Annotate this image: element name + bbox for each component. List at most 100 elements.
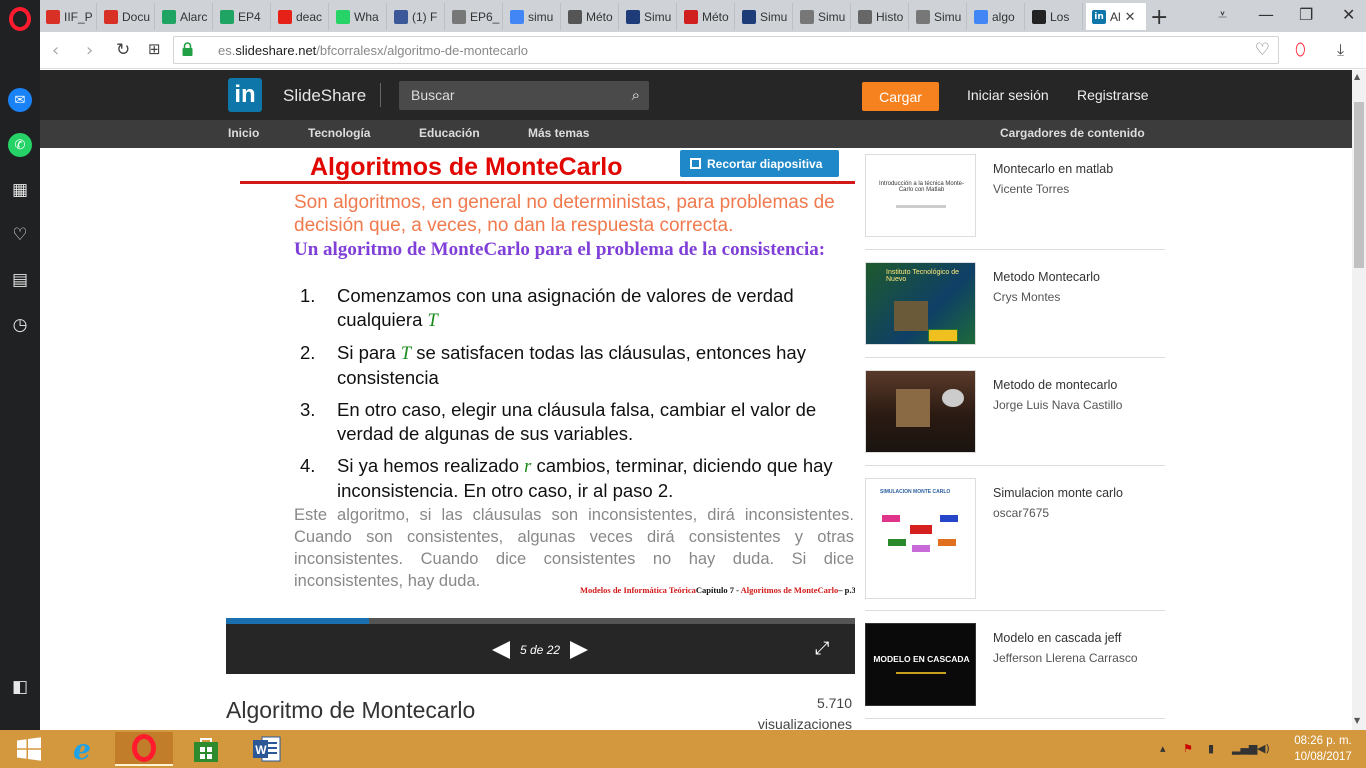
related-title[interactable]: Simulacion monte carlo [993, 486, 1123, 500]
related-author[interactable]: Vicente Torres [993, 182, 1069, 196]
next-slide-icon[interactable] [570, 641, 588, 659]
related-author[interactable]: Crys Montes [993, 290, 1060, 304]
tab-item[interactable]: deac [272, 3, 329, 30]
tab-item[interactable]: Simu [910, 3, 967, 30]
new-tab-icon[interactable]: + [1150, 5, 1168, 30]
tab-item[interactable]: EP4 [214, 3, 271, 30]
minimize-icon[interactable]: — [1258, 5, 1274, 24]
url-text: es.slideshare.net/bfcorralesx/algoritmo-… [218, 43, 528, 58]
nav-tecnologia[interactable]: Tecnología [308, 126, 370, 140]
start-button[interactable] [0, 732, 58, 766]
reload-icon[interactable]: ↻ [116, 40, 130, 60]
nav-inicio[interactable]: Inicio [228, 126, 259, 140]
brand-name[interactable]: SlideShare [283, 86, 366, 106]
scroll-down-icon[interactable]: ▼ [1354, 716, 1360, 725]
speed-dial-icon[interactable]: ▦ [8, 178, 32, 202]
tray-flag-icon[interactable]: ⚑ [1183, 742, 1193, 755]
url-input[interactable]: es.slideshare.net/bfcorralesx/algoritmo-… [173, 36, 1279, 64]
tab-item[interactable]: (1) F [388, 3, 445, 30]
related-thumbnail[interactable] [865, 370, 976, 453]
related-divider [865, 249, 1165, 250]
wikipedia-icon [568, 9, 582, 24]
tab-menu-icon[interactable]: ⩡ [1218, 5, 1227, 25]
tab-item[interactable]: Simu [794, 3, 851, 30]
related-title[interactable]: Metodo Montecarlo [993, 270, 1100, 284]
bookmark-heart-icon[interactable]: ♡ [1255, 40, 1270, 60]
nav-mas-temas[interactable]: Más temas [528, 126, 589, 140]
tray-network-icon[interactable]: ▂▄▆ [1232, 742, 1257, 755]
bookmarks-heart-icon[interactable]: ♡ [8, 223, 32, 247]
whatsapp-icon[interactable]: ✆ [8, 133, 32, 157]
upload-button[interactable]: Cargar [862, 82, 939, 111]
tab-item[interactable]: Simu [620, 3, 677, 30]
store-bag-icon [194, 738, 218, 762]
tab-item[interactable]: Los [1026, 3, 1083, 30]
forward-icon[interactable]: › [86, 40, 93, 61]
nav-educacion[interactable]: Educación [419, 126, 480, 140]
news-icon[interactable]: ▤ [8, 268, 32, 292]
downloads-icon[interactable]: ⤓ [1337, 40, 1344, 60]
related-thumbnail[interactable]: Introducción a la técnica Monte-Carlo co… [865, 154, 976, 237]
related-thumbnail[interactable]: SIMULACION MONTE CARLO [865, 478, 976, 599]
drive-icon [220, 9, 234, 24]
close-window-icon[interactable]: ✕ [1342, 5, 1355, 24]
tab-close-icon[interactable]: ✕ [1125, 9, 1136, 25]
tab-label: Méto [702, 9, 729, 24]
tab-item[interactable]: Méto [562, 3, 619, 30]
opera-taskbar[interactable] [115, 732, 173, 766]
tab-label: Simu [934, 9, 962, 24]
previous-slide-icon[interactable] [492, 641, 510, 659]
tab-item[interactable]: Docu [98, 3, 155, 30]
slide-viewer[interactable]: Algoritmos de MonteCarlo Recortar diapos… [226, 148, 855, 618]
taskbar-clock[interactable]: 08:26 p. m. 10/08/2017 [1288, 733, 1358, 765]
linkedin-logo[interactable]: in [228, 78, 262, 112]
tab-item[interactable]: algo [968, 3, 1025, 30]
tray-power-icon[interactable]: ▮ [1208, 742, 1214, 755]
related-title[interactable]: Modelo en cascada jeff [993, 631, 1121, 645]
tab-item[interactable]: IIF_P [40, 3, 97, 30]
tab-item[interactable]: Méto [678, 3, 735, 30]
search-input[interactable]: Buscar ⌕ [399, 81, 649, 110]
related-author[interactable]: Jefferson Llerena Carrasco [993, 651, 1138, 665]
nav-cargadores[interactable]: Cargadores de contenido [1000, 126, 1145, 140]
tray-expand-icon[interactable]: ▴ [1160, 742, 1166, 755]
step-text: Si para [337, 342, 401, 363]
login-link[interactable]: Iniciar sesión [967, 87, 1049, 103]
tab-active[interactable]: in Al ✕ [1086, 3, 1146, 30]
tabs-overview-icon[interactable]: ⊞ [148, 40, 161, 58]
scrollbar-thumb[interactable] [1354, 102, 1364, 268]
related-thumbnail[interactable]: MODELO EN CASCADA [865, 623, 976, 706]
tab-item[interactable]: EP6_ [446, 3, 503, 30]
register-link[interactable]: Registrarse [1077, 87, 1149, 103]
tab-item[interactable]: Simu [736, 3, 793, 30]
related-title[interactable]: Metodo de montecarlo [993, 378, 1117, 392]
word-taskbar[interactable]: W [238, 732, 296, 766]
tab-label: Docu [122, 9, 151, 24]
internet-explorer-taskbar[interactable]: e [53, 732, 111, 766]
store-taskbar[interactable] [177, 732, 235, 766]
history-clock-icon[interactable]: ◷ [8, 313, 32, 337]
restore-icon[interactable]: ❐ [1299, 5, 1313, 24]
tab-item[interactable]: Wha [330, 3, 387, 30]
scroll-up-icon[interactable]: ▲ [1354, 72, 1360, 81]
back-icon[interactable]: ‹ [52, 40, 59, 61]
player-controls: 5 de 22 ⤢ [226, 624, 855, 674]
related-title[interactable]: Montecarlo en matlab [993, 162, 1113, 176]
windows-logo-icon [17, 737, 41, 761]
step-number: 3. [300, 399, 316, 420]
opera-menu-icon[interactable] [9, 7, 31, 31]
page-scrollbar[interactable]: ▲ ▼ [1352, 70, 1366, 730]
tray-volume-icon[interactable]: ◀) [1257, 742, 1270, 755]
tab-item[interactable]: Alarc [156, 3, 213, 30]
sidebar-toggle-icon[interactable]: ◧ [8, 675, 32, 699]
related-thumbnail[interactable]: Instituto Tecnológico de Nuevo [865, 262, 976, 345]
related-author[interactable]: Jorge Luis Nava Castillo [993, 398, 1122, 412]
clip-slide-button[interactable]: Recortar diapositiva [680, 150, 839, 177]
related-author[interactable]: oscar7675 [993, 506, 1049, 520]
search-icon[interactable]: ⌕ [632, 86, 640, 104]
tab-item[interactable]: Histo [852, 3, 909, 30]
opera-adblock-icon[interactable]: ⬯ [1295, 40, 1306, 60]
tab-item[interactable]: simu [504, 3, 561, 30]
fullscreen-icon[interactable]: ⤢ [815, 638, 829, 659]
messenger-icon[interactable]: ✉ [8, 88, 32, 112]
